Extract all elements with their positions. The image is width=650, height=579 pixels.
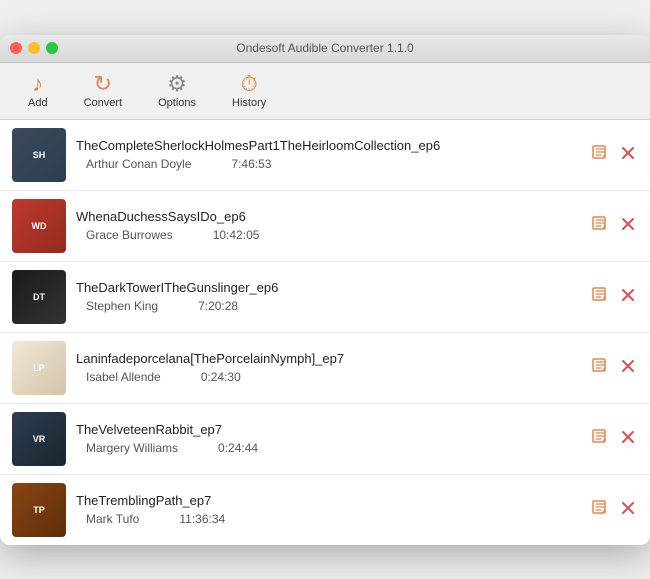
options-label: Options (158, 97, 196, 109)
delete-button[interactable] (618, 214, 638, 237)
table-row: TP TheTremblingPath_ep7 Mark Tufo 11:36:… (0, 475, 650, 545)
book-author: Arthur Conan Doyle (76, 157, 191, 171)
book-cover: DT (12, 270, 66, 324)
book-actions (590, 356, 638, 379)
table-row: SH TheCompleteSherlockHolmesPart1TheHeir… (0, 120, 650, 191)
minimize-button[interactable] (28, 42, 40, 54)
toolbar: ♪ Add ↻ Convert ⚙ Options ⏱ History (0, 63, 650, 120)
edit-button[interactable] (590, 498, 610, 521)
book-duration: 7:20:28 (198, 299, 238, 313)
book-info: WhenaDuchessSaysIDo_ep6 Grace Burrowes 1… (76, 209, 580, 242)
delete-button[interactable] (618, 427, 638, 450)
convert-icon: ↻ (94, 73, 112, 95)
delete-button[interactable] (618, 498, 638, 521)
book-meta: Stephen King 7:20:28 (76, 299, 580, 313)
window-controls (10, 42, 58, 54)
book-duration: 0:24:30 (201, 370, 241, 384)
book-author: Mark Tufo (76, 512, 139, 526)
table-row: LP Laninfadeporcelana[ThePorcelainNymph]… (0, 333, 650, 404)
book-author: Isabel Allende (76, 370, 161, 384)
book-info: TheDarkTowerITheGunslinger_ep6 Stephen K… (76, 280, 580, 313)
book-info: TheVelveteenRabbit_ep7 Margery Williams … (76, 422, 580, 455)
book-actions (590, 143, 638, 166)
book-duration: 11:36:34 (179, 512, 225, 526)
history-label: History (232, 97, 266, 109)
toolbar-history[interactable]: ⏱ History (224, 69, 274, 113)
delete-button[interactable] (618, 143, 638, 166)
edit-button[interactable] (590, 285, 610, 308)
book-title: TheVelveteenRabbit_ep7 (76, 422, 580, 437)
book-duration: 10:42:05 (213, 228, 260, 242)
app-window: Ondesoft Audible Converter 1.1.0 ♪ Add ↻… (0, 35, 650, 545)
delete-button[interactable] (618, 285, 638, 308)
book-author: Grace Burrowes (76, 228, 173, 242)
delete-button[interactable] (618, 356, 638, 379)
convert-label: Convert (84, 97, 123, 109)
edit-button[interactable] (590, 214, 610, 237)
toolbar-options[interactable]: ⚙ Options (150, 69, 204, 113)
book-author: Stephen King (76, 299, 158, 313)
book-title: TheTremblingPath_ep7 (76, 493, 580, 508)
book-duration: 7:46:53 (231, 157, 271, 171)
book-actions (590, 498, 638, 521)
close-button[interactable] (10, 42, 22, 54)
table-row: VR TheVelveteenRabbit_ep7 Margery Willia… (0, 404, 650, 475)
book-info: TheCompleteSherlockHolmesPart1TheHeirloo… (76, 138, 580, 171)
book-title: TheCompleteSherlockHolmesPart1TheHeirloo… (76, 138, 580, 153)
book-info: Laninfadeporcelana[ThePorcelainNymph]_ep… (76, 351, 580, 384)
book-info: TheTremblingPath_ep7 Mark Tufo 11:36:34 (76, 493, 580, 526)
book-title: TheDarkTowerITheGunslinger_ep6 (76, 280, 580, 295)
book-meta: Margery Williams 0:24:44 (76, 441, 580, 455)
title-bar: Ondesoft Audible Converter 1.1.0 (0, 35, 650, 63)
book-cover: TP (12, 483, 66, 537)
history-icon: ⏱ (241, 73, 258, 95)
book-cover: WD (12, 199, 66, 253)
book-cover: VR (12, 412, 66, 466)
book-author: Margery Williams (76, 441, 178, 455)
book-title: WhenaDuchessSaysIDo_ep6 (76, 209, 580, 224)
book-actions (590, 285, 638, 308)
book-meta: Arthur Conan Doyle 7:46:53 (76, 157, 580, 171)
table-row: WD WhenaDuchessSaysIDo_ep6 Grace Burrowe… (0, 191, 650, 262)
add-label: Add (28, 97, 48, 109)
toolbar-convert[interactable]: ↻ Convert (76, 69, 131, 113)
edit-button[interactable] (590, 427, 610, 450)
book-title: Laninfadeporcelana[ThePorcelainNymph]_ep… (76, 351, 580, 366)
book-cover: SH (12, 128, 66, 182)
toolbar-add[interactable]: ♪ Add (20, 69, 56, 113)
book-meta: Grace Burrowes 10:42:05 (76, 228, 580, 242)
table-row: DT TheDarkTowerITheGunslinger_ep6 Stephe… (0, 262, 650, 333)
edit-button[interactable] (590, 356, 610, 379)
book-actions (590, 214, 638, 237)
window-title: Ondesoft Audible Converter 1.1.0 (236, 41, 413, 55)
book-cover: LP (12, 341, 66, 395)
book-meta: Mark Tufo 11:36:34 (76, 512, 580, 526)
book-meta: Isabel Allende 0:24:30 (76, 370, 580, 384)
book-duration: 0:24:44 (218, 441, 258, 455)
book-list: SH TheCompleteSherlockHolmesPart1TheHeir… (0, 120, 650, 545)
add-icon: ♪ (32, 73, 43, 95)
edit-button[interactable] (590, 143, 610, 166)
book-actions (590, 427, 638, 450)
options-icon: ⚙ (167, 73, 187, 95)
maximize-button[interactable] (46, 42, 58, 54)
